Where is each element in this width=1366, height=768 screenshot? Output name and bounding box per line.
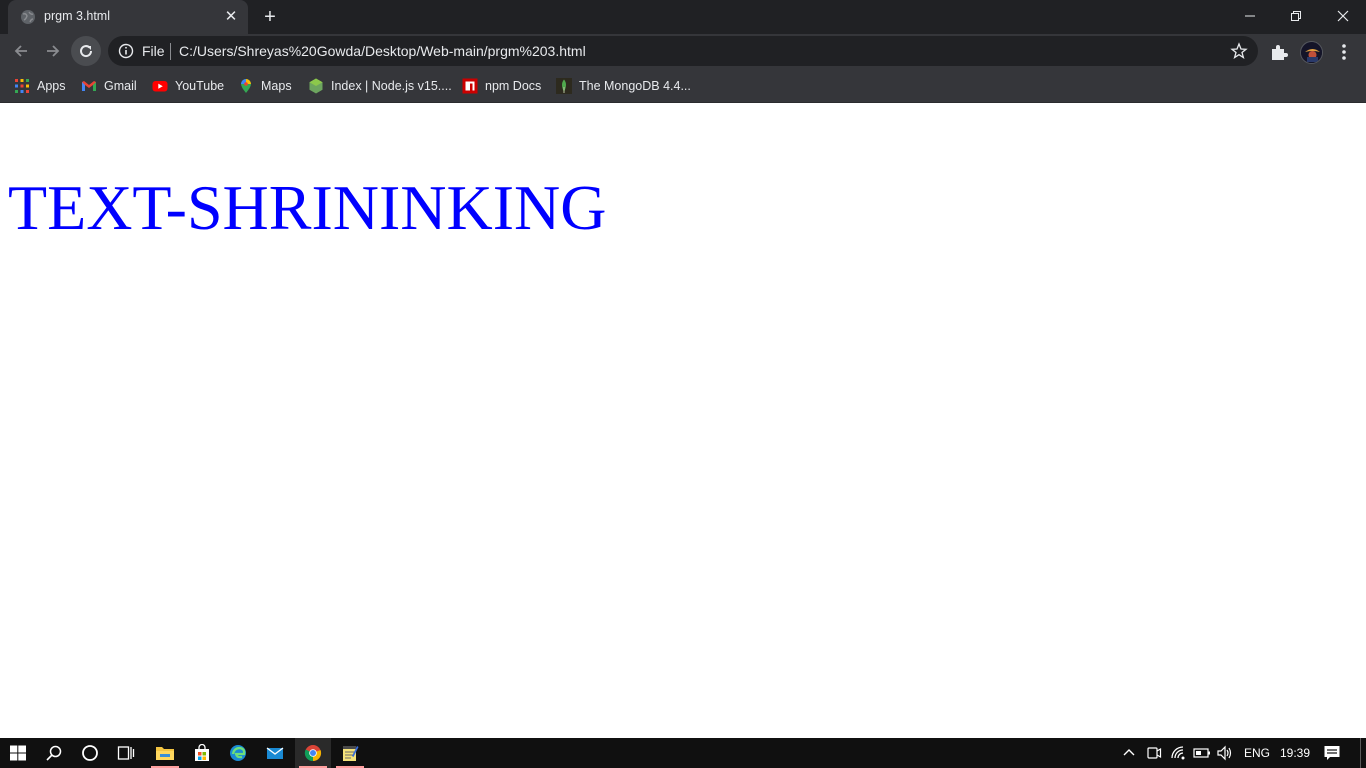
tab-close-button[interactable]: ✕ (222, 8, 240, 26)
address-divider (170, 43, 171, 60)
nodejs-icon (309, 78, 323, 94)
bookmark-npm[interactable]: npm Docs (462, 76, 541, 96)
taskbar-mail[interactable] (257, 738, 293, 768)
cortana-button[interactable] (72, 738, 108, 768)
volume-icon (1217, 745, 1232, 761)
taskbar-edge[interactable] (220, 738, 256, 768)
task-view-button[interactable] (108, 738, 144, 768)
bookmark-nodejs[interactable]: Index | Node.js v15.... (308, 76, 452, 96)
action-center-button[interactable] (1323, 738, 1341, 768)
bookmark-label: Gmail (104, 79, 137, 93)
minimize-button[interactable] (1227, 0, 1273, 32)
new-tab-button[interactable]: + (259, 6, 281, 28)
bookmark-label: npm Docs (485, 79, 542, 93)
page-viewport: TEXT-SHRININKING (0, 103, 1366, 738)
restore-button[interactable] (1273, 0, 1319, 32)
tab-strip: prgm 3.html ✕ + (0, 0, 1366, 34)
bookmark-label: Index | Node.js v15.... (331, 79, 452, 93)
bookmark-youtube[interactable]: YouTube (152, 76, 224, 96)
search-button[interactable] (36, 738, 72, 768)
wifi-icon (1171, 746, 1185, 760)
url-scheme-label: File (142, 43, 165, 59)
notifications-icon (1324, 746, 1340, 760)
bookmark-gmail[interactable]: Gmail (81, 76, 137, 96)
forward-button[interactable] (38, 36, 68, 66)
cortana-circle-icon (82, 745, 98, 761)
folder-icon (156, 747, 174, 760)
taskbar-store[interactable] (184, 738, 220, 768)
minimize-icon (1245, 15, 1255, 17)
volume-button[interactable] (1216, 738, 1234, 768)
info-icon[interactable] (118, 43, 134, 59)
reload-button[interactable] (71, 36, 101, 66)
tab-title: prgm 3.html (44, 9, 110, 23)
notepad-icon (343, 746, 359, 761)
youtube-icon (152, 81, 168, 92)
arrow-left-icon (14, 45, 27, 57)
battery-button[interactable] (1193, 738, 1211, 768)
bookmark-maps[interactable]: Maps (238, 76, 292, 96)
start-button[interactable] (0, 738, 36, 768)
meet-now-button[interactable] (1146, 738, 1162, 768)
tab-prgm-3[interactable]: prgm 3.html ✕ (8, 0, 248, 34)
task-view-icon (117, 746, 135, 760)
url-text[interactable]: C:/Users/Shreyas%20Gowda/Desktop/Web-mai… (179, 43, 586, 59)
maps-pin-icon (241, 79, 251, 93)
avatar-image (1301, 42, 1322, 63)
search-icon (46, 745, 62, 761)
taskbar-chrome[interactable] (295, 738, 331, 768)
show-hidden-icons-button[interactable] (1122, 738, 1136, 768)
chevron-up-icon (1123, 749, 1135, 756)
bookmark-star-icon[interactable] (1230, 42, 1248, 60)
globe-icon (21, 10, 35, 24)
extensions-puzzle-icon[interactable] (1268, 41, 1290, 63)
bookmark-label: Apps (37, 79, 66, 93)
bookmark-label: Maps (261, 79, 292, 93)
bookmark-mongodb[interactable]: The MongoDB 4.4... (556, 76, 691, 96)
chrome-icon (304, 745, 322, 762)
back-button[interactable] (6, 36, 36, 66)
browser-toolbar: File C:/Users/Shreyas%20Gowda/Desktop/We… (0, 34, 1366, 70)
close-window-button[interactable] (1320, 0, 1366, 32)
profile-avatar[interactable] (1300, 41, 1323, 64)
bookmarks-bar: Apps Gmail YouTube Maps Index | Node.js … (0, 70, 1366, 103)
bookmark-label: The MongoDB 4.4... (579, 79, 691, 93)
npm-icon (462, 78, 478, 94)
close-icon (1337, 10, 1349, 22)
bookmark-apps[interactable]: Apps (14, 76, 66, 96)
network-button[interactable] (1170, 738, 1188, 768)
mongodb-leaf-icon (556, 78, 572, 94)
bookmark-label: YouTube (175, 79, 225, 93)
address-bar[interactable]: File C:/Users/Shreyas%20Gowda/Desktop/We… (108, 36, 1258, 66)
clock[interactable]: 19:39 (1280, 738, 1310, 768)
show-desktop-button[interactable] (1360, 738, 1361, 768)
restore-icon (1291, 11, 1301, 21)
edge-icon (230, 745, 246, 761)
mail-icon (266, 747, 284, 759)
windows-taskbar: ENG 19:39 (0, 738, 1366, 768)
page-heading: TEXT-SHRININKING (8, 172, 607, 243)
taskbar-notepad[interactable] (332, 738, 368, 768)
camera-icon (1147, 747, 1162, 759)
windows-logo-icon (10, 745, 26, 761)
gmail-icon (82, 81, 96, 91)
more-vertical-icon[interactable] (1334, 41, 1354, 63)
store-bag-icon (195, 744, 209, 761)
reload-icon (80, 45, 93, 58)
taskbar-file-explorer[interactable] (147, 738, 183, 768)
arrow-right-icon (47, 45, 60, 57)
battery-icon (1193, 748, 1210, 758)
input-language-indicator[interactable]: ENG (1244, 738, 1270, 768)
apps-grid-icon (15, 79, 29, 93)
